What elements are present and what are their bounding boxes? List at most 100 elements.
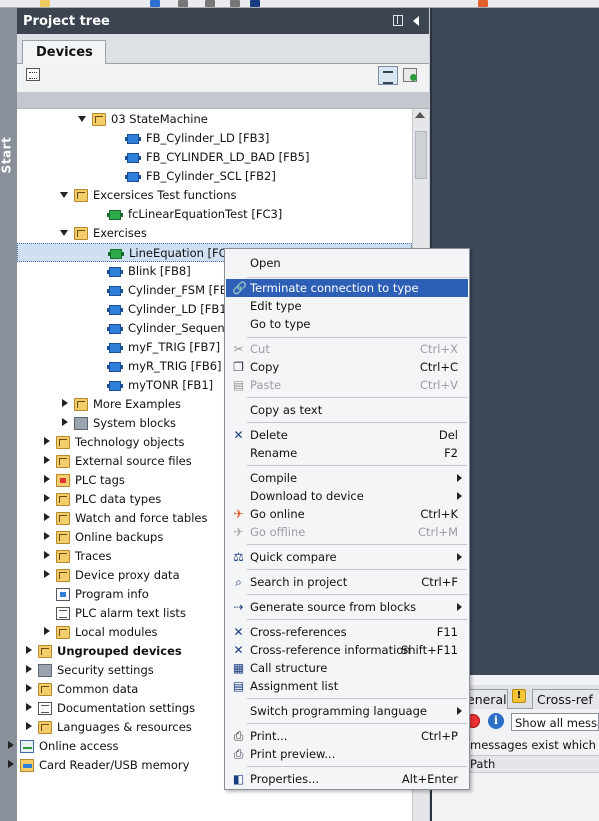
copy-toolbar-icon[interactable] xyxy=(205,0,215,7)
menu-item-shortcut: Ctrl+K xyxy=(420,507,458,521)
tree-item[interactable]: FB_CYLINDER_LD_BAD [FB5] xyxy=(17,148,412,167)
function-icon xyxy=(108,249,124,259)
menu-item-edit-type[interactable]: Edit type xyxy=(226,297,468,315)
menu-item-label: Print... xyxy=(250,729,288,743)
menu-item-rename[interactable]: Rename F2 xyxy=(226,444,468,462)
tree-item[interactable]: FB_Cylinder_SCL [FB2] xyxy=(17,167,412,186)
collapse-panel-icon[interactable] xyxy=(413,16,419,26)
collapsed-arrow-icon[interactable] xyxy=(23,722,33,732)
menu-separator xyxy=(247,422,467,423)
tree-item[interactable]: Excersices Test functions xyxy=(17,186,412,205)
menu-item-delete[interactable]: ✕ Delete Del xyxy=(226,426,468,444)
collapsed-arrow-icon[interactable] xyxy=(41,475,51,485)
collapsed-arrow-icon[interactable] xyxy=(5,760,15,770)
tree-item-label: LineEquation [FC1] xyxy=(129,246,239,260)
function-block-icon xyxy=(125,153,141,163)
tree-item[interactable]: 03 StateMachine xyxy=(17,110,412,129)
menu-item-terminate-connection-to-type[interactable]: 🔗 Terminate connection to type xyxy=(226,279,468,297)
tree-item-label: Security settings xyxy=(57,663,154,677)
collapsed-arrow-icon[interactable] xyxy=(41,456,51,466)
tree-item[interactable]: fcLinearEquationTest [FC3] xyxy=(17,205,412,224)
folder-icon xyxy=(38,683,52,696)
delete-toolbar-icon[interactable] xyxy=(250,0,260,7)
menu-item-print-preview[interactable]: ⎙ Print preview... xyxy=(226,745,468,763)
collapsed-arrow-icon[interactable] xyxy=(59,418,69,428)
tree-item-label: 03 StateMachine xyxy=(111,112,208,126)
menu-item-go-offline[interactable]: ✈ Go offline Ctrl+M xyxy=(226,523,468,541)
generate-source-icon: ⇢ xyxy=(233,600,244,614)
menu-item-go-to-type[interactable]: Go to type xyxy=(226,315,468,333)
document-icon xyxy=(56,607,70,620)
tab-devices[interactable]: Devices xyxy=(22,40,106,64)
program-info-icon xyxy=(56,588,70,601)
menu-item-cross-references[interactable]: ✕ Cross-references F11 xyxy=(226,623,468,641)
split-view-icon[interactable] xyxy=(393,15,403,26)
menu-item-label: Assignment list xyxy=(250,679,339,693)
collapsed-arrow-icon[interactable] xyxy=(23,646,33,656)
menu-item-shortcut: Ctrl+M xyxy=(417,525,458,539)
path-column-header: Path xyxy=(470,757,496,771)
save-project-icon[interactable] xyxy=(150,0,160,7)
tree-item[interactable]: Exercises xyxy=(17,224,412,243)
menu-separator xyxy=(247,397,467,398)
menu-item-copy-as-text[interactable]: Copy as text xyxy=(226,401,468,419)
menu-item-switch-programming-language[interactable]: Switch programming language xyxy=(226,702,468,720)
collapsed-arrow-icon[interactable] xyxy=(41,627,51,637)
scroll-up-icon[interactable] xyxy=(415,112,425,118)
menu-item-download-to-device[interactable]: Download to device xyxy=(226,487,468,505)
menu-item-copy[interactable]: ❐ Copy Ctrl+C xyxy=(226,358,468,376)
menu-item-label: Properties... xyxy=(250,772,320,786)
collapsed-arrow-icon[interactable] xyxy=(23,684,33,694)
tree-item-label: myTONR [FB1] xyxy=(128,378,214,392)
menu-item-search-in-project[interactable]: ⌕ Search in project Ctrl+F xyxy=(226,573,468,591)
assignment-list-icon: ▤ xyxy=(232,679,245,693)
menu-item-print[interactable]: ⎙ Print... Ctrl+P xyxy=(226,727,468,745)
menu-item-compile[interactable]: Compile xyxy=(226,469,468,487)
message-filter-select[interactable]: Show all messag xyxy=(511,713,599,731)
online-status-icon[interactable] xyxy=(403,68,417,82)
collapsed-arrow-icon[interactable] xyxy=(41,437,51,447)
menu-item-call-structure[interactable]: ▦ Call structure xyxy=(226,659,468,677)
menu-item-label: Rename xyxy=(250,446,298,460)
collapsed-arrow-icon[interactable] xyxy=(41,551,51,561)
menu-item-go-online[interactable]: ✈ Go online Ctrl+K xyxy=(226,505,468,523)
menu-item-label: Call structure xyxy=(250,661,328,675)
menu-item-cross-reference-information[interactable]: ✕ Cross-reference information Shift+F11 xyxy=(226,641,468,659)
list-view-icon[interactable] xyxy=(378,66,398,85)
device-overview-icon[interactable] xyxy=(26,68,40,81)
expanded-arrow-icon[interactable] xyxy=(59,228,69,238)
scroll-thumb[interactable] xyxy=(415,131,427,179)
collapsed-arrow-icon[interactable] xyxy=(41,532,51,542)
menu-item-quick-compare[interactable]: ⚖ Quick compare xyxy=(226,548,468,566)
go-online-toolbar-icon[interactable] xyxy=(478,0,488,7)
menu-item-open[interactable]: Open xyxy=(226,254,468,272)
paste-toolbar-icon[interactable] xyxy=(230,0,240,7)
menu-item-label: Search in project xyxy=(250,575,348,589)
tree-item-label: FB_Cylinder_SCL [FB2] xyxy=(146,169,276,183)
menu-item-generate-source-from-blocks[interactable]: ⇢ Generate source from blocks xyxy=(226,598,468,616)
tree-item-label: Languages & resources xyxy=(57,720,192,734)
collapsed-arrow-icon[interactable] xyxy=(41,513,51,523)
collapsed-arrow-icon[interactable] xyxy=(5,741,15,751)
menu-item-properties[interactable]: ◧ Properties... Alt+Enter xyxy=(226,770,468,788)
folder-icon xyxy=(56,512,70,525)
collapsed-arrow-icon[interactable] xyxy=(41,570,51,580)
cut-toolbar-icon[interactable] xyxy=(178,0,188,7)
menu-item-cut[interactable]: ✂ Cut Ctrl+X xyxy=(226,340,468,358)
collapsed-arrow-icon[interactable] xyxy=(23,665,33,675)
start-sidebar-strip[interactable]: Start xyxy=(0,8,17,821)
info-filter-icon[interactable]: i xyxy=(488,713,504,729)
tab-cross-references[interactable]: Cross-ref xyxy=(532,689,599,709)
collapsed-arrow-icon[interactable] xyxy=(23,703,33,713)
expanded-arrow-icon[interactable] xyxy=(59,190,69,200)
menu-item-assignment-list[interactable]: ▤ Assignment list xyxy=(226,677,468,695)
collapsed-arrow-icon[interactable] xyxy=(41,494,51,504)
go-offline-icon: ✈ xyxy=(233,525,244,539)
menu-item-paste[interactable]: ▤ Paste Ctrl+V xyxy=(226,376,468,394)
open-project-icon[interactable] xyxy=(40,0,50,7)
collapsed-arrow-icon[interactable] xyxy=(59,399,69,409)
tree-item[interactable]: FB_Cylinder_LD [FB3] xyxy=(17,129,412,148)
expanded-arrow-icon[interactable] xyxy=(77,114,87,124)
start-label: Start xyxy=(0,136,14,174)
copy-icon: ❐ xyxy=(233,360,244,374)
